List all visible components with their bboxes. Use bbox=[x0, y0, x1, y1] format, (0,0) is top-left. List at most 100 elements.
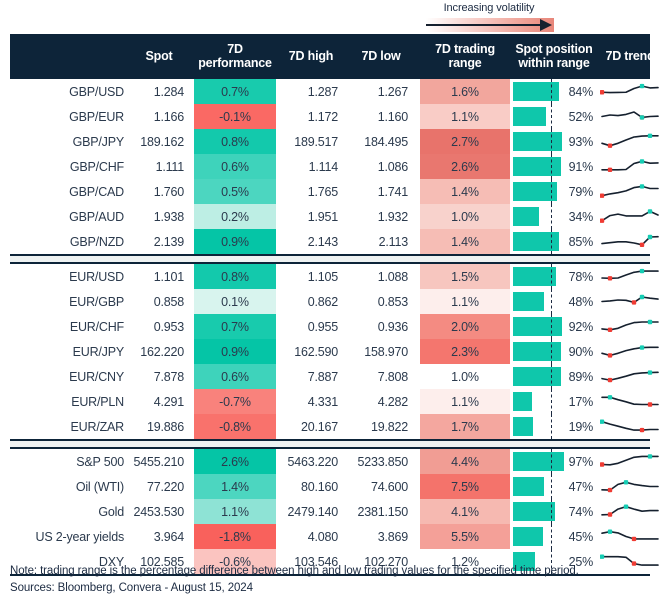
spot-position-bar-wrap: 45% bbox=[510, 524, 598, 549]
spot-position-label: 85% bbox=[568, 234, 594, 249]
spot-position-label: 89% bbox=[568, 369, 594, 384]
table-row: GBP/AUD 1.938 0.2% 1.951 1.932 1.0% 34% bbox=[10, 204, 659, 229]
spot-position-label: 84% bbox=[568, 84, 594, 99]
cell-performance: 0.1% bbox=[194, 289, 276, 314]
cell-performance: 0.8% bbox=[194, 264, 276, 289]
cell-trading-range: 2.3% bbox=[420, 339, 510, 364]
cell-spot-position: 17% bbox=[510, 389, 598, 414]
cell-trading-range: 1.6% bbox=[420, 79, 510, 104]
cell-instrument: EUR/CHF bbox=[69, 319, 124, 334]
table-row: GBP/EUR 1.166 -0.1% 1.172 1.160 1.1% 52% bbox=[10, 104, 659, 129]
spot-position-bar bbox=[513, 392, 532, 411]
cell-spot: 3.964 bbox=[153, 529, 184, 544]
cell-spot: 162.220 bbox=[140, 344, 184, 359]
cell-trend bbox=[600, 204, 660, 229]
column-header-trend: 7D trend bbox=[605, 48, 655, 63]
cell-spot: 1.938 bbox=[153, 209, 184, 224]
spot-position-bar-wrap: 85% bbox=[510, 229, 598, 254]
cell-spot-position: 91% bbox=[510, 154, 598, 179]
cell-performance: 0.6% bbox=[194, 364, 276, 389]
range-midpoint-line bbox=[551, 104, 552, 129]
cell-trend bbox=[600, 79, 660, 104]
spot-position-bar-wrap: 19% bbox=[510, 414, 598, 439]
cell-performance: 0.9% bbox=[194, 339, 276, 364]
cell-spot-position: 74% bbox=[510, 499, 598, 524]
spot-position-label: 90% bbox=[568, 344, 594, 359]
spot-position-label: 19% bbox=[568, 419, 594, 434]
footer-notes: Note: trading range is the percentage di… bbox=[10, 563, 650, 597]
cell-instrument: GBP/USD bbox=[69, 84, 124, 99]
column-header-position: Spot position within range bbox=[515, 41, 593, 70]
table-row: US 2-year yields 3.964 -1.8% 4.080 3.869 5.5%… bbox=[10, 524, 659, 549]
gradient-arrow-icon bbox=[418, 18, 560, 32]
range-midpoint-line bbox=[551, 79, 552, 104]
column-header-performance: 7D performance bbox=[198, 41, 272, 70]
cell-instrument: S&P 500 bbox=[76, 454, 124, 469]
cell-trading-range: 1.7% bbox=[420, 414, 510, 439]
cell-high: 1.105 bbox=[307, 269, 338, 284]
cell-spot: 1.166 bbox=[153, 109, 184, 124]
cell-trend bbox=[600, 154, 660, 179]
table-row: EUR/USD 1.101 0.8% 1.105 1.088 1.5% 78% bbox=[10, 264, 659, 289]
cell-high: 2.143 bbox=[307, 234, 338, 249]
range-midpoint-line bbox=[551, 314, 552, 339]
cell-spot: 1.111 bbox=[155, 159, 185, 174]
spot-position-label: 17% bbox=[568, 394, 594, 409]
spot-position-bar bbox=[513, 132, 563, 151]
cell-trend bbox=[600, 314, 660, 339]
cell-trend bbox=[600, 389, 660, 414]
cell-trend bbox=[600, 364, 660, 389]
cell-high: 1.114 bbox=[308, 159, 339, 174]
market-snapshot-table: Spot 7D performance 7D high 7D low 7D tr… bbox=[10, 34, 659, 576]
spot-position-label: 97% bbox=[568, 454, 594, 469]
range-midpoint-line bbox=[551, 364, 552, 389]
footnote-sources: Sources: Bloomberg, Convera - August 15,… bbox=[10, 582, 253, 594]
cell-trend bbox=[600, 289, 660, 314]
table-header-row: Spot 7D performance 7D high 7D low 7D tr… bbox=[10, 34, 655, 77]
cell-low: 1.088 bbox=[377, 269, 408, 284]
cell-low: 19.822 bbox=[370, 419, 408, 434]
cell-performance: 0.7% bbox=[194, 314, 276, 339]
cell-low: 3.869 bbox=[377, 529, 408, 544]
cell-spot: 1.760 bbox=[153, 184, 184, 199]
spot-position-bar bbox=[513, 207, 539, 226]
cell-performance: 2.6% bbox=[194, 449, 276, 474]
cell-spot-position: 90% bbox=[510, 339, 598, 364]
spot-position-bar-wrap: 79% bbox=[510, 179, 598, 204]
cell-spot: 189.162 bbox=[140, 134, 184, 149]
cell-spot: 2453.530 bbox=[133, 504, 184, 519]
cell-trend bbox=[600, 339, 660, 364]
arrow-head-icon bbox=[540, 19, 552, 31]
cell-low: 1.267 bbox=[377, 84, 408, 99]
cell-high: 189.517 bbox=[294, 134, 338, 149]
spot-position-bar bbox=[513, 232, 559, 251]
cell-trend bbox=[600, 179, 660, 204]
spot-position-label: 93% bbox=[568, 134, 594, 149]
table-row: EUR/CNY 7.878 0.6% 7.887 7.808 1.0% 89% bbox=[10, 364, 659, 389]
cell-instrument: GBP/NZD bbox=[69, 234, 124, 249]
cell-trading-range: 1.0% bbox=[420, 364, 510, 389]
cell-high: 5463.220 bbox=[287, 454, 338, 469]
cell-high: 7.887 bbox=[307, 369, 338, 384]
range-midpoint-line bbox=[551, 264, 552, 289]
spot-position-bar bbox=[513, 157, 562, 176]
cell-high: 1.287 bbox=[307, 84, 338, 99]
table-row: GBP/USD 1.284 0.7% 1.287 1.267 1.6% 84% bbox=[10, 79, 659, 104]
spot-position-bar-wrap: 47% bbox=[510, 474, 598, 499]
spot-position-bar-wrap: 84% bbox=[510, 79, 598, 104]
cell-high: 0.862 bbox=[307, 294, 338, 309]
cell-trading-range: 7.5% bbox=[420, 474, 510, 499]
cell-instrument: US 2-year yields bbox=[35, 529, 125, 544]
cell-instrument: EUR/GBP bbox=[69, 294, 124, 309]
cell-trading-range: 4.4% bbox=[420, 449, 510, 474]
cell-low: 0.853 bbox=[377, 294, 408, 309]
cell-spot-position: 52% bbox=[510, 104, 598, 129]
volatility-legend: Increasing volatility bbox=[418, 0, 560, 34]
spot-position-bar-wrap: 92% bbox=[510, 314, 598, 339]
range-midpoint-line bbox=[551, 414, 552, 439]
spot-position-bar-wrap: 17% bbox=[510, 389, 598, 414]
cell-instrument: GBP/EUR bbox=[69, 109, 124, 124]
spot-position-bar bbox=[513, 342, 561, 361]
section-divider bbox=[10, 439, 650, 449]
cell-instrument: EUR/PLN bbox=[71, 394, 124, 409]
